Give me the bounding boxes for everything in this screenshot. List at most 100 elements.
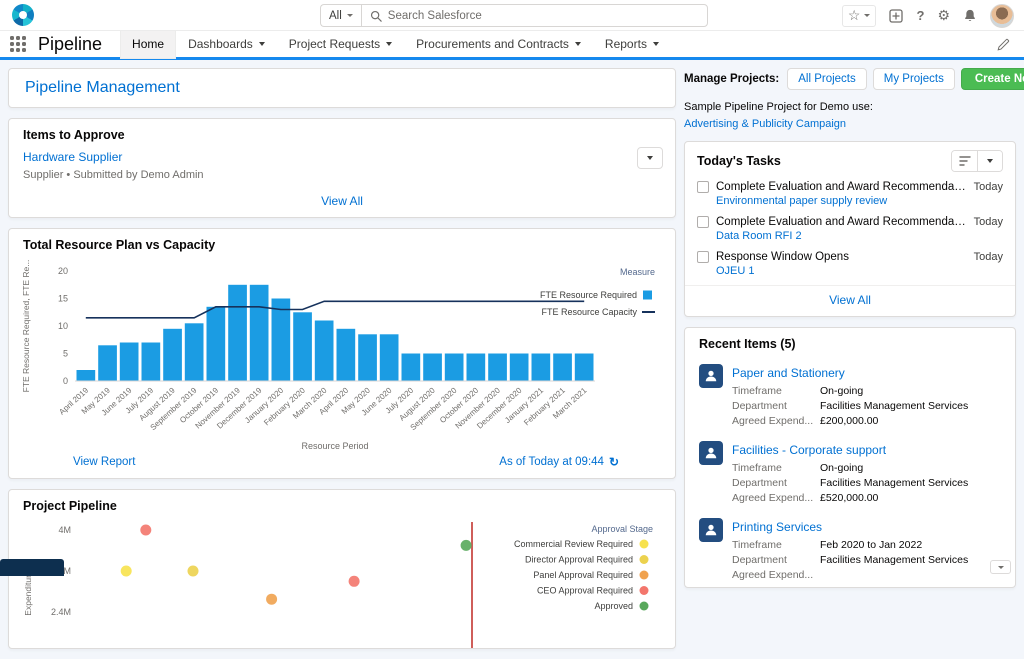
- svg-text:FTE Resource Required, FTE Re.: FTE Resource Required, FTE Re...: [21, 260, 31, 393]
- task-related-link[interactable]: Data Room RFI 2: [716, 230, 1003, 242]
- favorites-button[interactable]: [842, 5, 877, 27]
- tab-dashboards[interactable]: Dashboards: [176, 30, 277, 59]
- tasks-actions: [951, 150, 1003, 172]
- svg-text:10: 10: [58, 321, 68, 331]
- avatar[interactable]: [990, 4, 1014, 28]
- tasks-view-all-row: View All: [685, 285, 1015, 316]
- recent-item: Paper and Stationery TimeframeOn-goingDe…: [685, 356, 1015, 433]
- todays-tasks-card: Today's Tasks Complete Evaluation and Aw…: [684, 141, 1016, 317]
- create-new-button[interactable]: Create New: [961, 68, 1024, 90]
- tab-home[interactable]: Home: [120, 30, 176, 59]
- sort-icon[interactable]: [952, 151, 977, 171]
- svg-text:Panel Approval Required: Panel Approval Required: [533, 570, 633, 580]
- all-projects-button[interactable]: All Projects: [787, 68, 867, 90]
- svg-text:20: 20: [58, 266, 68, 276]
- global-search-input[interactable]: [388, 10, 699, 22]
- tab-label: Home: [132, 37, 164, 51]
- page-title: Pipeline Management: [25, 79, 659, 97]
- task-item: Complete Evaluation and Award Recommenda…: [685, 211, 1015, 246]
- svg-text:2.4M: 2.4M: [51, 607, 71, 617]
- recent-item: Printing Services TimeframeFeb 2020 to J…: [685, 510, 1015, 587]
- field-label: Timeframe: [732, 539, 820, 551]
- record-field-row: DepartmentFacilities Management Services: [732, 477, 1001, 489]
- svg-text:15: 15: [58, 294, 68, 304]
- sidebar-column: Manage Projects: All Projects My Project…: [684, 68, 1016, 598]
- approval-item: Hardware Supplier Supplier • Submitted b…: [9, 147, 675, 187]
- task-checkbox[interactable]: [697, 251, 709, 263]
- chevron-down-icon: [987, 159, 993, 163]
- bell-icon[interactable]: [963, 8, 977, 23]
- global-search: All: [320, 4, 708, 27]
- tab-project-requests[interactable]: Project Requests: [277, 30, 404, 59]
- add-button[interactable]: [889, 9, 903, 23]
- approval-item-menu-button[interactable]: [637, 147, 663, 169]
- sample-project-link[interactable]: Advertising & Publicity Campaign: [684, 118, 846, 130]
- task-title: Complete Evaluation and Award Recommenda…: [716, 181, 967, 193]
- chevron-down-icon: [653, 42, 659, 46]
- chevron-down-icon: [864, 14, 870, 17]
- approval-item-link[interactable]: Hardware Supplier: [23, 150, 122, 164]
- manage-projects-label: Manage Projects:: [684, 73, 779, 85]
- edit-page-icon[interactable]: [997, 38, 1010, 51]
- todays-tasks-title: Today's Tasks: [697, 154, 781, 168]
- svg-text:Measure: Measure: [620, 267, 655, 277]
- search-box: [361, 4, 708, 27]
- field-value: £200,000.00: [820, 415, 1001, 427]
- items-to-approve-title: Items to Approve: [9, 119, 675, 147]
- approvals-view-all-link[interactable]: View All: [321, 194, 363, 208]
- gear-icon[interactable]: [937, 7, 950, 25]
- field-value: Feb 2020 to Jan 2022: [820, 539, 1001, 551]
- task-checkbox[interactable]: [697, 181, 709, 193]
- field-label: Timeframe: [732, 462, 820, 474]
- record-field-row: TimeframeFeb 2020 to Jan 2022: [732, 539, 1001, 551]
- pipeline-chart-wrap: 4M3.2M2.4MExpenditureApproval StageComme…: [9, 518, 675, 648]
- resource-plan-card: Total Resource Plan vs Capacity 05101520…: [8, 228, 676, 479]
- chevron-down-icon: [347, 14, 353, 17]
- task-item: Response Window Opens Today OJEU 1: [685, 246, 1015, 281]
- svg-text:Commercial Review Required: Commercial Review Required: [514, 539, 633, 549]
- recent-item-link[interactable]: Printing Services: [732, 520, 1001, 534]
- app-launcher-icon[interactable]: [10, 36, 26, 52]
- view-report-link[interactable]: View Report: [73, 456, 135, 468]
- svg-text:Expenditure: Expenditure: [23, 570, 33, 616]
- resource-chart-footer: View Report As of Today at 09:44: [9, 455, 675, 478]
- task-due-date: Today: [974, 216, 1003, 228]
- svg-text:5: 5: [63, 349, 68, 359]
- star-icon: [848, 7, 861, 25]
- search-scope-select[interactable]: All: [320, 4, 361, 27]
- tab-label: Reports: [605, 37, 647, 51]
- search-scope-label: All: [329, 10, 342, 22]
- header-actions: [842, 0, 1014, 31]
- record-field-row: TimeframeOn-going: [732, 462, 1001, 474]
- recent-items-title: Recent Items (5): [685, 328, 1015, 356]
- field-label: Agreed Expend...: [732, 569, 820, 581]
- tasks-menu-button[interactable]: [977, 151, 1002, 171]
- svg-text:CEO Approval Required: CEO Approval Required: [537, 586, 633, 596]
- field-label: Agreed Expend...: [732, 415, 820, 427]
- sample-project-block: Sample Pipeline Project for Demo use: Ad…: [684, 99, 1016, 132]
- svg-text:Approved: Approved: [594, 601, 633, 611]
- tab-procurements-and-contracts[interactable]: Procurements and Contracts: [404, 30, 593, 59]
- app-name: Pipeline: [38, 34, 102, 55]
- page-title-card: Pipeline Management: [8, 68, 676, 108]
- search-icon: [370, 10, 382, 22]
- utility-bar[interactable]: [0, 559, 64, 576]
- scroll-more-button[interactable]: [990, 560, 1011, 574]
- tasks-view-all-link[interactable]: View All: [829, 293, 871, 307]
- task-related-link[interactable]: OJEU 1: [716, 265, 1003, 277]
- record-icon: [699, 364, 723, 388]
- recent-item-link[interactable]: Paper and Stationery: [732, 366, 1001, 380]
- svg-text:4M: 4M: [58, 525, 71, 535]
- recent-item-link[interactable]: Facilities - Corporate support: [732, 443, 1001, 457]
- help-icon[interactable]: [916, 7, 924, 25]
- task-checkbox[interactable]: [697, 216, 709, 228]
- field-value: On-going: [820, 385, 1001, 397]
- nav-tabs: Home DashboardsProject RequestsProcuremen…: [120, 30, 671, 59]
- task-title: Response Window Opens: [716, 251, 967, 263]
- field-label: Department: [732, 400, 820, 412]
- task-related-link[interactable]: Environmental paper supply review: [716, 195, 1003, 207]
- tab-reports[interactable]: Reports: [593, 30, 671, 59]
- field-label: Agreed Expend...: [732, 492, 820, 504]
- as-of-refresh[interactable]: As of Today at 09:44: [499, 455, 619, 469]
- my-projects-button[interactable]: My Projects: [873, 68, 955, 90]
